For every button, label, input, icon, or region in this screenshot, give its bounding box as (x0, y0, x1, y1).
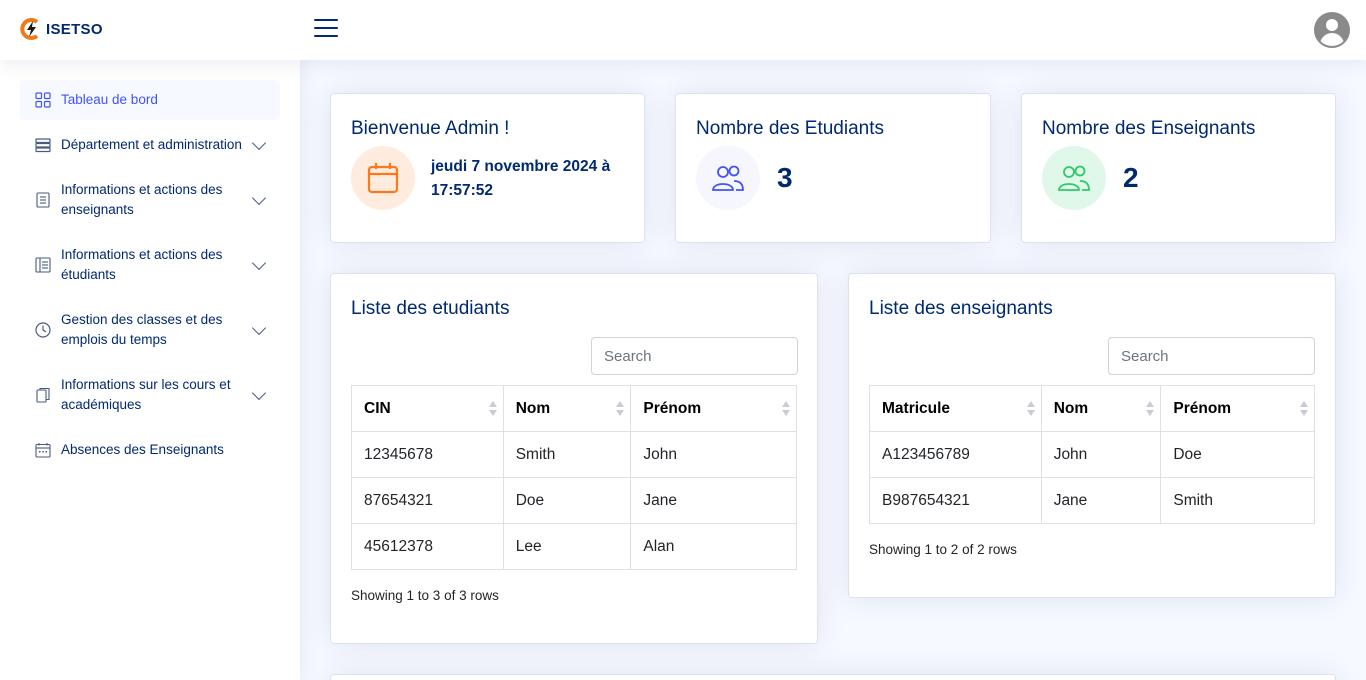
calendar-icon (367, 163, 399, 194)
sort-icon (488, 400, 497, 417)
teachers-count-card: Nombre des Enseignants 2 (1021, 93, 1336, 243)
students-count-card: Nombre des Etudiants 3 (675, 93, 991, 243)
sidebar-item-students[interactable]: Informations et actions des étudiants (20, 235, 280, 295)
teachers-icon-circle (1042, 146, 1106, 210)
server-icon (35, 138, 51, 153)
teachers-table: Matricule Nom Prénom A123456789 John Doe… (869, 385, 1315, 524)
cell: John (630, 431, 797, 478)
students-pagination-info: Showing 1 to 3 of 3 rows (351, 588, 499, 603)
students-icon-circle (696, 146, 760, 210)
sidebar-item-label: Informations sur les cours et académique… (61, 377, 231, 412)
list-doc-icon (36, 192, 50, 208)
welcome-card: Bienvenue Admin ! jeudi 7 novembre 2024 … (330, 93, 645, 243)
sidebar-item-department[interactable]: Département et administration (20, 125, 280, 165)
students-list-card: Liste des etudiants CIN Nom Prénom 12345… (330, 273, 818, 644)
column-header-prenom[interactable]: Prénom (630, 385, 797, 432)
column-header-nom[interactable]: Nom (502, 385, 632, 432)
teachers-pagination-info: Showing 1 to 2 of 2 rows (869, 542, 1017, 557)
cell: Doe (502, 477, 632, 524)
cell: Alan (630, 523, 797, 570)
students-table: CIN Nom Prénom 12345678 Smith John 87654… (351, 385, 797, 570)
bottom-card (330, 674, 1336, 680)
column-header-prenom[interactable]: Prénom (1160, 385, 1315, 432)
cell: Smith (502, 431, 632, 478)
table-row: 12345678 Smith John (351, 431, 797, 478)
sidebar-item-classes[interactable]: Gestion des classes et des emplois du te… (20, 300, 280, 360)
people-icon (1058, 165, 1090, 191)
teachers-search-input[interactable] (1108, 337, 1315, 375)
top-header: ISETSO (0, 0, 1366, 60)
cell: Lee (502, 523, 632, 570)
logo[interactable]: ISETSO (20, 18, 103, 40)
sidebar-item-teachers[interactable]: Informations et actions des enseignants (20, 170, 280, 230)
students-count-title: Nombre des Etudiants (696, 118, 884, 139)
sidebar-item-label: Département et administration (61, 137, 242, 152)
teachers-list-title: Liste des enseignants (869, 298, 1053, 319)
students-list-title: Liste des etudiants (351, 298, 510, 319)
table-row: B987654321 Jane Smith (869, 477, 1315, 524)
sidebar-item-label: Informations et actions des enseignants (61, 182, 223, 217)
teachers-count: 2 (1123, 162, 1139, 193)
welcome-icon-circle (351, 146, 415, 210)
cell: 87654321 (351, 477, 504, 524)
sort-icon (1026, 400, 1035, 417)
grid-icon (35, 92, 51, 108)
sidebar-item-dashboard[interactable]: Tableau de bord (20, 80, 280, 120)
column-header-matricule[interactable]: Matricule (869, 385, 1042, 432)
cell: Doe (1160, 431, 1315, 478)
sort-icon (616, 400, 625, 417)
chevron-down-icon (251, 135, 267, 151)
sidebar: Tableau de bord Département et administr… (0, 60, 300, 680)
teachers-count-title: Nombre des Enseignants (1042, 118, 1256, 139)
cell: John (1040, 431, 1162, 478)
sidebar-item-label: Gestion des classes et des emplois du te… (61, 312, 223, 347)
chevron-down-icon (251, 320, 267, 336)
sort-icon (782, 400, 790, 417)
column-header-nom[interactable]: Nom (1040, 385, 1162, 432)
logo-icon (20, 18, 42, 40)
clock-icon (35, 322, 51, 338)
menu-toggle-icon[interactable] (314, 19, 338, 41)
sidebar-item-label: Absences des Enseignants (61, 442, 224, 457)
cell: A123456789 (869, 431, 1042, 478)
people-icon (712, 165, 744, 191)
calendar-icon (35, 443, 51, 458)
sort-icon (1300, 400, 1308, 417)
column-header-cin[interactable]: CIN (351, 385, 504, 432)
cell: 12345678 (351, 431, 504, 478)
students-count: 3 (777, 162, 793, 193)
chevron-down-icon (251, 190, 267, 206)
table-row: 45612378 Lee Alan (351, 523, 797, 570)
welcome-title: Bienvenue Admin ! (351, 118, 510, 139)
teachers-list-card: Liste des enseignants Matricule Nom Prén… (848, 273, 1336, 598)
cell: 45612378 (351, 523, 504, 570)
chevron-down-icon (251, 255, 267, 271)
cell: B987654321 (869, 477, 1042, 524)
sidebar-item-label: Tableau de bord (61, 92, 158, 107)
table-row: A123456789 John Doe (869, 431, 1315, 478)
cell: Smith (1160, 477, 1315, 524)
logo-text: ISETSO (46, 20, 103, 38)
welcome-datetime: jeudi 7 novembre 2024 à 17:57:52 (431, 158, 611, 199)
table-row: 87654321 Doe Jane (351, 477, 797, 524)
cell: Jane (630, 477, 797, 524)
user-avatar[interactable] (1314, 12, 1350, 48)
copy-icon (36, 387, 50, 403)
sidebar-item-absences[interactable]: Absences des Enseignants (20, 430, 280, 470)
cell: Jane (1040, 477, 1162, 524)
sidebar-item-label: Informations et actions des étudiants (61, 247, 223, 282)
layout-text-icon (35, 257, 51, 273)
chevron-down-icon (251, 385, 267, 401)
sidebar-item-courses[interactable]: Informations sur les cours et académique… (20, 365, 280, 425)
students-search-input[interactable] (591, 337, 798, 375)
sort-icon (1146, 400, 1155, 417)
